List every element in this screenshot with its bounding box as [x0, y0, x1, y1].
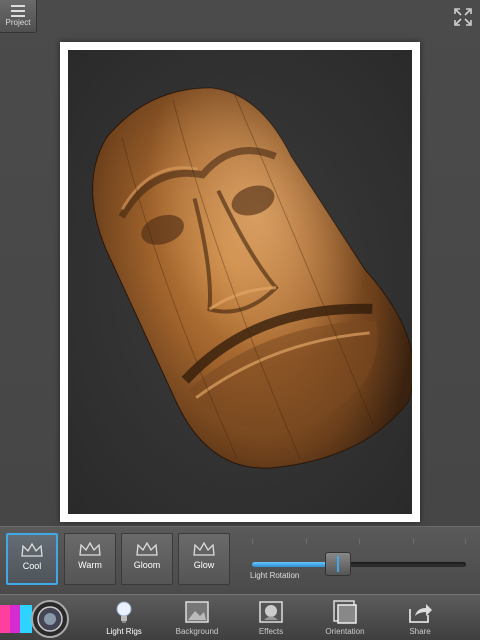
tool-label: Background [175, 627, 219, 636]
color-palette-camera-icon[interactable] [0, 599, 72, 639]
preset-cool[interactable]: Cool [6, 533, 58, 585]
slider-ticks: | | | | | [252, 539, 466, 545]
slider-label: Light Rotation [250, 571, 300, 580]
fullscreen-icon[interactable] [454, 8, 472, 26]
crown-icon [193, 541, 215, 556]
share-icon [409, 604, 432, 623]
light-rotation-slider: | | | | | Light Rotation [248, 535, 470, 585]
orientation-icon [333, 600, 357, 624]
preset-glow[interactable]: Glow [178, 533, 230, 585]
preset-gloom[interactable]: Gloom [121, 533, 173, 585]
light-rig-panel: Cool Warm Gloom Glow | | | | | Light Rotatio… [0, 526, 480, 595]
wooden-carving-image [92, 87, 412, 469]
crown-icon [136, 541, 158, 556]
preset-label: Gloom [133, 560, 161, 570]
tool-label: Effects [258, 627, 284, 636]
project-label: Project [5, 18, 31, 27]
tool-light-rigs[interactable]: Light Rigs [90, 595, 158, 640]
app-window: Project Cool Warm Gloom Glow | | | | | L… [0, 0, 480, 640]
canvas[interactable] [68, 50, 412, 514]
light-bulb-icon [116, 601, 132, 623]
tool-label: Light Rigs [106, 627, 142, 636]
background-icon [185, 601, 209, 623]
slider-thumb[interactable] [324, 552, 351, 576]
tool-label: Share [409, 627, 431, 636]
tool-share[interactable]: Share [386, 595, 454, 640]
tool-orientation[interactable]: Orientation [311, 595, 379, 640]
canvas-frame [60, 42, 420, 522]
preset-label: Cool [22, 561, 42, 571]
bottom-toolbar: Light Rigs Background Effects Orientatio… [0, 594, 480, 640]
slider-track[interactable] [252, 562, 466, 567]
crown-icon [21, 542, 43, 557]
tool-background[interactable]: Background [163, 595, 231, 640]
tool-label: Orientation [325, 627, 365, 636]
effects-icon [259, 601, 283, 623]
crown-icon [79, 541, 101, 556]
project-button[interactable]: Project [0, 0, 37, 33]
menu-icon [11, 5, 25, 17]
preset-label: Warm [78, 560, 102, 570]
preset-warm[interactable]: Warm [64, 533, 116, 585]
tool-effects[interactable]: Effects [237, 595, 305, 640]
preset-label: Glow [193, 560, 215, 570]
